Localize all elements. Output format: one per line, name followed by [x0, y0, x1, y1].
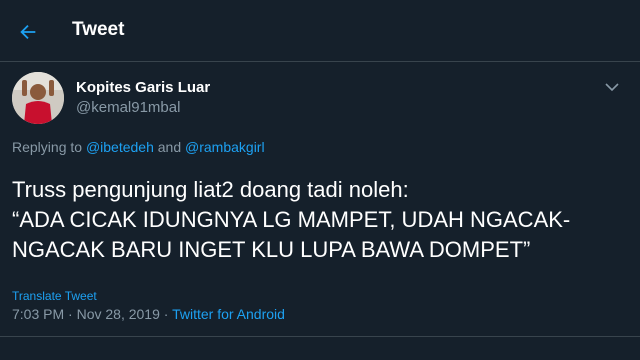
tweet-text-line: “ADA CICAK IDUNGNYA LG MAMPET, UDAH NGAC…	[12, 207, 571, 232]
arrow-left-icon	[20, 24, 36, 40]
page-title: Tweet	[72, 19, 125, 40]
back-button[interactable]	[14, 18, 42, 46]
author-name[interactable]: Kopites Garis Luar	[76, 79, 210, 96]
divider	[0, 336, 640, 337]
tweet-text-line: NGACAK BARU INGET KLU LUPA BAWA DOMPET”	[12, 237, 531, 262]
meta-separator: ·	[159, 306, 173, 322]
author-handle[interactable]: @kemal91mbal	[76, 99, 180, 116]
meta-separator: ·	[64, 306, 77, 322]
tweet-source-link[interactable]: Twitter for Android	[172, 306, 285, 322]
translate-tweet-link[interactable]: Translate Tweet	[12, 289, 97, 303]
tweet-time[interactable]: 7:03 PM	[12, 306, 64, 322]
chevron-down-icon	[605, 83, 619, 92]
reply-context: Replying to @ibetedeh and @rambakgirl	[12, 139, 265, 155]
avatar-image	[12, 72, 64, 124]
tweet-text: Truss pengunjung liat2 doang tadi noleh:…	[12, 175, 624, 265]
tweet-menu-button[interactable]	[604, 80, 620, 92]
avatar[interactable]	[12, 72, 64, 124]
tweet-date[interactable]: Nov 28, 2019	[77, 306, 160, 322]
tweet-metadata: 7:03 PM · Nov 28, 2019 · Twitter for And…	[12, 306, 285, 322]
reply-and: and	[153, 139, 186, 155]
mention-link-ibetedeh[interactable]: @ibetedeh	[86, 139, 154, 155]
reply-prefix: Replying to	[12, 139, 86, 155]
tweet-text-line: Truss pengunjung liat2 doang tadi noleh:	[12, 177, 409, 202]
mention-link-rambakgirl[interactable]: @rambakgirl	[185, 139, 265, 155]
top-bar: Tweet	[0, 0, 640, 62]
